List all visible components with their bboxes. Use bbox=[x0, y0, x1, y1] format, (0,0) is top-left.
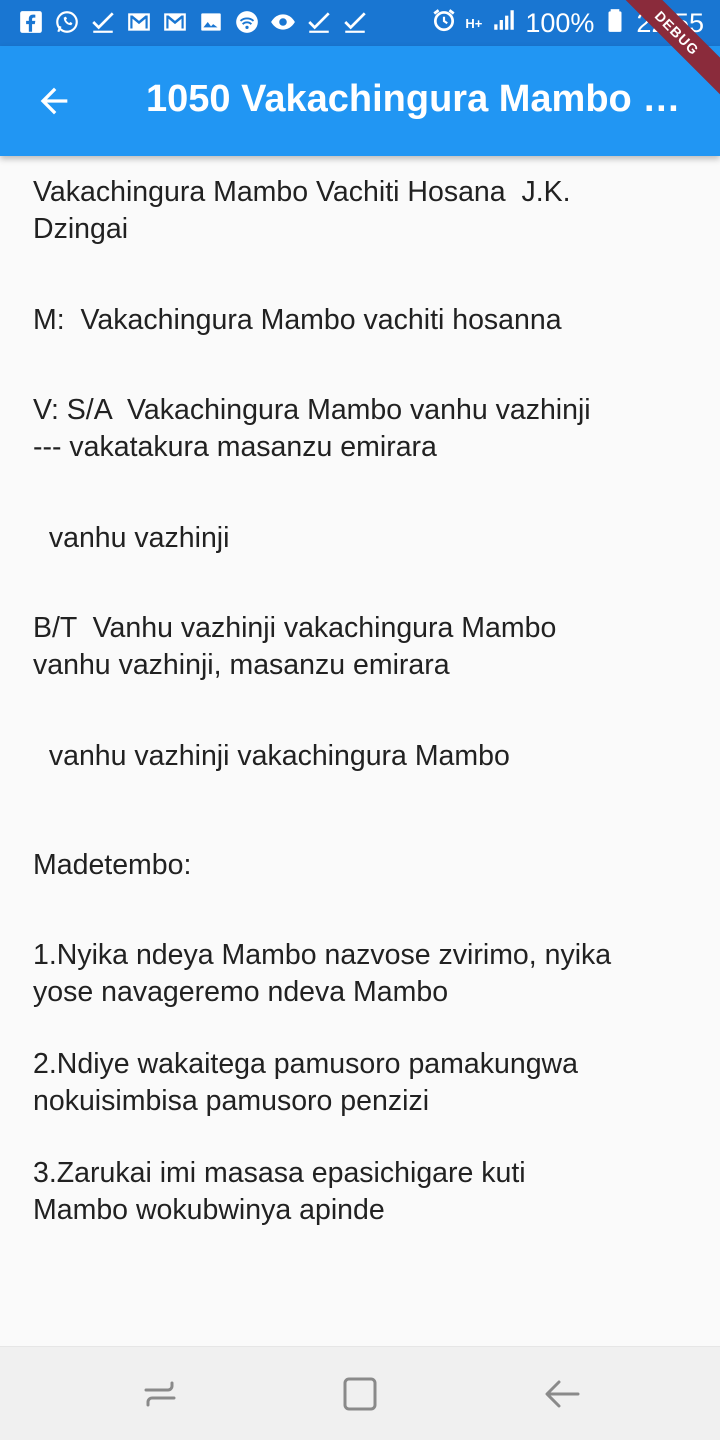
eye-icon bbox=[270, 9, 296, 35]
signal-icon bbox=[491, 7, 517, 40]
recents-icon bbox=[144, 1381, 176, 1407]
lyric-line: B/T Vanhu vazhinji vakachingura Mambo va… bbox=[33, 612, 557, 681]
home-icon bbox=[343, 1377, 377, 1411]
battery-percent: 100% bbox=[525, 8, 595, 38]
gmail-icon bbox=[162, 9, 188, 35]
verse-line: 2.Ndiye wakaitega pamusoro pamakungwa no… bbox=[33, 1048, 578, 1117]
gmail-icon bbox=[126, 9, 152, 35]
verse-line: 3.Zarukai imi masasa epasichigare kuti M… bbox=[33, 1157, 526, 1226]
back-button[interactable] bbox=[34, 81, 74, 121]
verses-heading: Madetembo: bbox=[33, 849, 192, 881]
whatsapp-icon bbox=[54, 9, 80, 35]
check-icon bbox=[342, 9, 368, 35]
recents-button[interactable] bbox=[140, 1374, 180, 1414]
verse-line: 1.Nyika ndeya Mambo nazvose zvirimo, nyi… bbox=[33, 939, 612, 1008]
app-bar: 1050 Vakachingura Mambo Vachiti Hosana bbox=[0, 46, 720, 156]
facebook-icon bbox=[18, 9, 44, 35]
nav-back-button[interactable] bbox=[542, 1374, 582, 1414]
battery-icon bbox=[602, 7, 628, 40]
notification-icons bbox=[18, 9, 368, 35]
image-icon bbox=[198, 9, 224, 35]
network-type: H+ bbox=[465, 16, 483, 31]
wifi-icon bbox=[234, 9, 260, 35]
nav-back-icon bbox=[545, 1380, 580, 1408]
song-heading: Vakachingura Mambo Vachiti Hosana J.K. D… bbox=[33, 176, 571, 245]
navigation-bar bbox=[0, 1346, 720, 1440]
lyric-line: M: Vakachingura Mambo vachiti hosanna bbox=[33, 304, 562, 336]
page-title: 1050 Vakachingura Mambo Vachiti Hosana bbox=[146, 78, 686, 120]
status-bar: H+ 100% 22:55 bbox=[0, 0, 720, 46]
lyric-line: vanhu vazhinji vakachingura Mambo bbox=[33, 740, 510, 772]
arrow-back-icon bbox=[40, 87, 68, 115]
alarm-icon bbox=[431, 7, 457, 40]
lyric-line: vanhu vazhinji bbox=[33, 522, 230, 554]
lyric-line: V: S/A Vakachingura Mambo vanhu vazhinji… bbox=[33, 394, 591, 463]
home-button[interactable] bbox=[340, 1374, 380, 1414]
check-icon bbox=[306, 9, 332, 35]
check-icon bbox=[90, 9, 116, 35]
